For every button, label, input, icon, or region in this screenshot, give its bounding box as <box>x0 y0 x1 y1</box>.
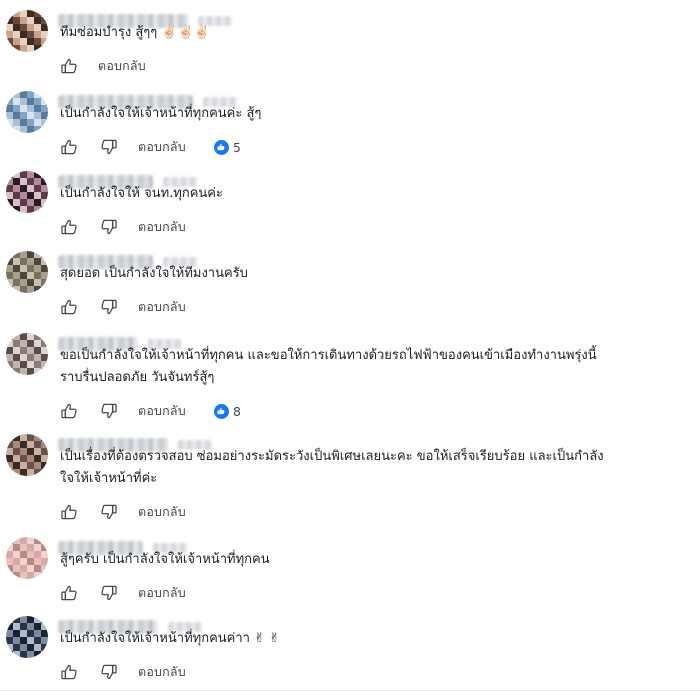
like-icon[interactable] <box>60 663 78 681</box>
avatar[interactable] <box>6 171 48 213</box>
like-icon[interactable] <box>60 402 78 420</box>
comment-actions: ตอบกลับ <box>60 297 186 317</box>
reply-button[interactable]: ตอบกลับ <box>138 401 186 421</box>
dislike-icon[interactable] <box>100 584 118 602</box>
comment-text: เป็นกำลังใจให้เจ้าหน้าที่ทุกคนค่าา ✌ ✌ <box>60 631 281 646</box>
comment-text: สู้ๆครับ เป็นกำลังใจให้เจ้าหน้าที่ทุกคน <box>60 552 270 567</box>
reply-button[interactable]: ตอบกลับ <box>138 217 186 237</box>
reply-button[interactable]: ตอบกลับ <box>138 137 186 157</box>
avatar[interactable] <box>6 91 48 133</box>
avatar[interactable] <box>6 333 48 375</box>
comment-text: เป็นกำลังใจให้เจ้าหน้าที่ทุกคนค่ะ สู้ๆ <box>60 106 262 121</box>
comment-text: เป็นกำลังใจให้ จนท.ทุกคนค่ะ <box>60 186 223 201</box>
comment-actions: ตอบกลับ <box>60 502 186 522</box>
dislike-icon[interactable] <box>100 503 118 521</box>
avatar[interactable] <box>6 537 48 579</box>
dislike-icon[interactable] <box>100 138 118 156</box>
avatar[interactable] <box>6 251 48 293</box>
comment-actions: ตอบกลับ 5 <box>60 137 241 157</box>
avatar[interactable] <box>6 10 48 52</box>
reply-button[interactable]: ตอบกลับ <box>138 662 186 682</box>
comment-actions: ตอบกลับ <box>60 662 186 682</box>
dislike-icon[interactable] <box>100 663 118 681</box>
comment-actions: ตอบกลับ 8 <box>60 401 241 421</box>
like-reaction-icon <box>213 139 229 155</box>
reaction-summary[interactable]: 8 <box>213 403 241 419</box>
comment-text: ทีมซ่อมบำรุง สู้ๆๆ ✌🏻✌🏻✌🏻 <box>60 25 210 40</box>
avatar[interactable] <box>6 434 48 476</box>
like-icon[interactable] <box>60 298 78 316</box>
comments-panel: { "reply_label": "ตอบกลับ", "comments": … <box>0 0 700 691</box>
like-icon[interactable] <box>60 218 78 236</box>
like-icon[interactable] <box>60 138 78 156</box>
dislike-icon[interactable] <box>100 402 118 420</box>
reply-button[interactable]: ตอบกลับ <box>138 297 186 317</box>
reply-button[interactable]: ตอบกลับ <box>138 583 186 603</box>
comment-text: สุดยอด เป็นกำลังใจให้ทีมงานครับ <box>60 266 248 281</box>
reaction-count: 5 <box>232 139 241 155</box>
avatar[interactable] <box>6 616 48 658</box>
comment-actions: ตอบกลับ <box>60 217 186 237</box>
comment-text: เป็นเรื่องที่ต้องตรวจสอบ ซ่อมอย่างระมัดร… <box>60 449 604 464</box>
comment-text: ขอเป็นกำลังใจให้เจ้าหน้าที่ทุกคน และขอให… <box>60 348 597 363</box>
like-reaction-icon <box>213 403 229 419</box>
reaction-count: 8 <box>232 403 241 419</box>
like-icon[interactable] <box>60 503 78 521</box>
dislike-icon[interactable] <box>100 218 118 236</box>
like-icon[interactable] <box>60 57 78 75</box>
comment-text: ราบรื่นปลอดภัย วันจันทร์สู้ๆ <box>60 370 215 385</box>
comment-text: ใจให้เจ้าหน้าที่ค่ะ <box>60 471 158 486</box>
like-icon[interactable] <box>60 584 78 602</box>
reaction-summary[interactable]: 5 <box>213 139 241 155</box>
dislike-icon[interactable] <box>100 298 118 316</box>
reply-button[interactable]: ตอบกลับ <box>98 56 146 76</box>
reply-button[interactable]: ตอบกลับ <box>138 502 186 522</box>
comment-actions: ตอบกลับ <box>60 56 146 76</box>
comment-actions: ตอบกลับ <box>60 583 186 603</box>
